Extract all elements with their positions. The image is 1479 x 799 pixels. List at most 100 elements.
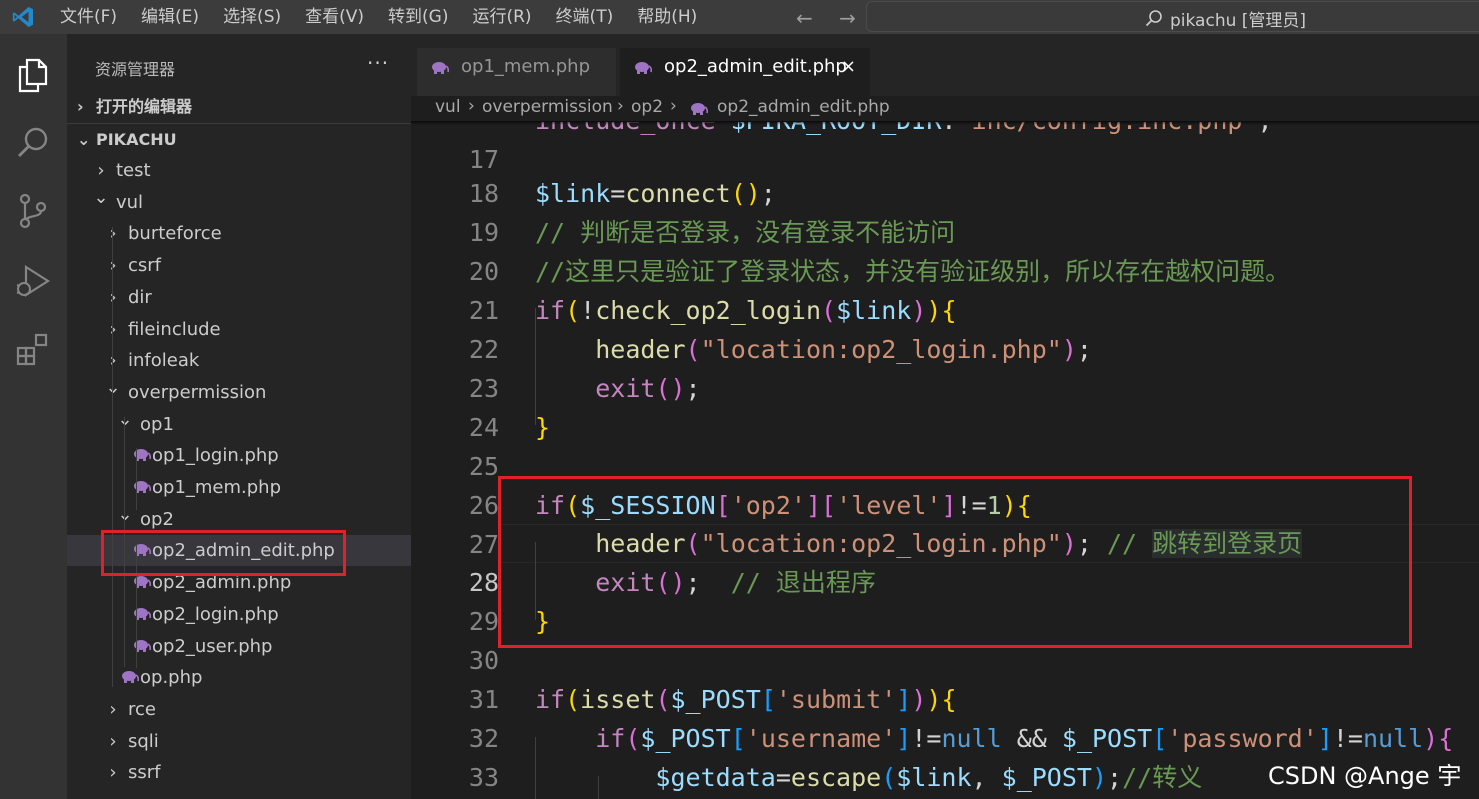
code-editor[interactable]: 17 include_once $PIKA_ROOT_DIR.'inc/conf… bbox=[411, 122, 1479, 799]
chevron-right-icon: › bbox=[670, 96, 677, 116]
chevron-right-icon: › bbox=[617, 96, 624, 116]
chevron-down-icon: ⌄ bbox=[117, 503, 133, 525]
menu-file[interactable]: 文件(F) bbox=[48, 0, 129, 34]
tree-folder[interactable]: › csrf bbox=[67, 250, 411, 281]
tree-indent-guide bbox=[136, 448, 137, 510]
tree-item-label: op1_mem.php bbox=[152, 477, 282, 498]
php-file-icon bbox=[432, 62, 449, 74]
close-icon[interactable]: × bbox=[841, 48, 856, 86]
tree-folder[interactable]: › sqli bbox=[67, 726, 411, 757]
tab-op1-mem[interactable]: op1_mem.php bbox=[417, 48, 616, 98]
menu-help[interactable]: 帮助(H) bbox=[625, 0, 709, 34]
extensions-icon[interactable] bbox=[14, 330, 52, 368]
tree-file[interactable]: op1_login.php bbox=[67, 440, 411, 471]
chevron-right-icon: › bbox=[109, 762, 117, 784]
breadcrumb-op2[interactable]: op2 bbox=[631, 97, 663, 117]
tree-file[interactable]: op2_login.php bbox=[67, 599, 411, 630]
code-line: 23 header("location:op2_login.php"); bbox=[411, 330, 1479, 403]
vscode-logo-icon bbox=[12, 7, 34, 27]
breadcrumb-vul[interactable]: vul bbox=[435, 97, 461, 117]
chevron-down-icon: ⌄ bbox=[117, 408, 133, 430]
highlight-box-code bbox=[498, 476, 1412, 648]
menu-go[interactable]: 转到(G) bbox=[376, 0, 460, 34]
code-text: $link=connect(); bbox=[535, 179, 776, 208]
code-comment: //这里只是验证了登录状态，并没有验证级别，所以存在越权问题。 bbox=[535, 257, 1291, 286]
more-actions-icon[interactable]: ··· bbox=[367, 51, 389, 75]
workspace-root-section[interactable]: ⌄ PIKACHU bbox=[67, 125, 411, 155]
menu-terminal[interactable]: 终端(T) bbox=[544, 0, 626, 34]
code-text: exit(); bbox=[595, 374, 701, 403]
tab-label: op1_mem.php bbox=[461, 56, 591, 77]
search-view-icon[interactable] bbox=[14, 124, 52, 162]
tree-item-label: test bbox=[116, 160, 151, 181]
code-text: if(!check_op2_login($link)){ bbox=[535, 296, 957, 325]
tree-folder[interactable]: ⌄ vul bbox=[67, 187, 411, 218]
chevron-right-icon: › bbox=[105, 314, 121, 345]
tree-item-label: dir bbox=[128, 286, 152, 308]
code-text: if(isset($_POST['submit'])){ bbox=[535, 685, 957, 714]
explorer-title: 资源管理器 bbox=[95, 60, 176, 79]
chevron-down-icon: ⌄ bbox=[93, 186, 109, 208]
tab-bar: op1_mem.php op2_admin_edit.php × bbox=[411, 34, 1479, 98]
tree-item-label: rce bbox=[128, 698, 156, 720]
code-text: header("location:op2_login.php"); bbox=[595, 335, 1092, 364]
tab-label: op2_admin_edit.php bbox=[664, 56, 847, 77]
php-file-icon bbox=[122, 671, 139, 684]
code-line: 20 // 判断是否登录，没有登录不能访问 bbox=[411, 213, 1479, 286]
code-text: if($_POST['username']!=null && $_POST['p… bbox=[595, 724, 1454, 753]
code-line: 25 } bbox=[411, 408, 1479, 481]
tree-item-label: op2_user.php bbox=[152, 635, 273, 657]
command-center[interactable]: pikachu [管理员] bbox=[866, 1, 1479, 32]
code-line: 22 if(!check_op2_login($link)){ bbox=[411, 291, 1479, 364]
workspace-root-label: PIKACHU bbox=[96, 130, 177, 149]
chevron-down-icon: ⌄ bbox=[105, 376, 121, 398]
tree-file[interactable]: op.php bbox=[67, 662, 411, 693]
chevron-right-icon: › bbox=[105, 282, 121, 313]
chevron-right-icon: › bbox=[109, 730, 117, 752]
tree-folder[interactable]: › rce bbox=[67, 694, 411, 725]
code-line: 19 $link=connect(); bbox=[411, 174, 1479, 247]
tree-item-label: op1_login.php bbox=[152, 445, 279, 467]
tree-item-label: csrf bbox=[128, 255, 162, 277]
tree-item-label: vul bbox=[116, 191, 144, 213]
highlight-box-file bbox=[101, 530, 346, 576]
run-debug-icon[interactable] bbox=[14, 262, 52, 300]
tree-indent-guide bbox=[112, 227, 113, 687]
tree-folder[interactable]: › burteforce bbox=[67, 218, 411, 249]
chevron-right-icon: › bbox=[105, 218, 121, 249]
tree-item-label: burteforce bbox=[128, 223, 222, 245]
breadcrumb-file[interactable]: op2_admin_edit.php bbox=[717, 97, 890, 117]
explorer-icon[interactable] bbox=[14, 56, 52, 94]
open-editors-label: 打开的编辑器 bbox=[96, 97, 193, 116]
tree-item-label: infoleak bbox=[128, 350, 200, 372]
breadcrumb-overpermission[interactable]: overpermission bbox=[482, 97, 613, 117]
menu-run[interactable]: 运行(R) bbox=[460, 0, 543, 34]
chevron-right-icon: › bbox=[468, 96, 475, 116]
tree-folder[interactable]: › dir bbox=[67, 282, 411, 313]
code-text: } bbox=[535, 413, 551, 442]
php-file-icon bbox=[691, 103, 708, 115]
menu-view[interactable]: 查看(V) bbox=[293, 0, 376, 34]
tree-folder[interactable]: › test bbox=[67, 155, 411, 186]
open-editors-section[interactable]: › 打开的编辑器 bbox=[67, 92, 411, 122]
menu-edit[interactable]: 编辑(E) bbox=[129, 0, 211, 34]
tree-folder[interactable]: › fileinclude bbox=[67, 314, 411, 345]
code-line: 18 bbox=[411, 135, 1479, 208]
tree-folder[interactable]: › ssrf bbox=[67, 757, 411, 788]
code-line: 33 if($_POST['username']!=null && $_POST… bbox=[411, 719, 1479, 792]
code-line: 21 //这里只是验证了登录状态，并没有验证级别，所以存在越权问题。 bbox=[411, 252, 1479, 325]
tree-folder[interactable]: ⌄ op1 bbox=[67, 409, 411, 440]
source-control-icon[interactable] bbox=[14, 192, 52, 230]
command-center-label: pikachu [管理员] bbox=[1170, 11, 1307, 31]
tab-op2-admin-edit[interactable]: op2_admin_edit.php × bbox=[620, 48, 870, 98]
search-icon bbox=[1145, 9, 1162, 26]
code-comment: // 判断是否登录，没有登录不能访问 bbox=[535, 218, 956, 247]
activity-bar bbox=[0, 34, 67, 799]
tree-file[interactable]: op2_user.php bbox=[67, 631, 411, 662]
php-file-icon bbox=[635, 62, 652, 74]
nav-arrows[interactable]: ← → bbox=[796, 6, 866, 30]
tree-item-label: sqli bbox=[128, 730, 159, 752]
code-text: $getdata=escape($link, $_POST);//转义 bbox=[655, 763, 1203, 792]
menu-selection[interactable]: 选择(S) bbox=[211, 0, 293, 34]
title-bar: 文件(F) 编辑(E) 选择(S) 查看(V) 转到(G) 运行(R) 终端(T… bbox=[0, 0, 1479, 34]
